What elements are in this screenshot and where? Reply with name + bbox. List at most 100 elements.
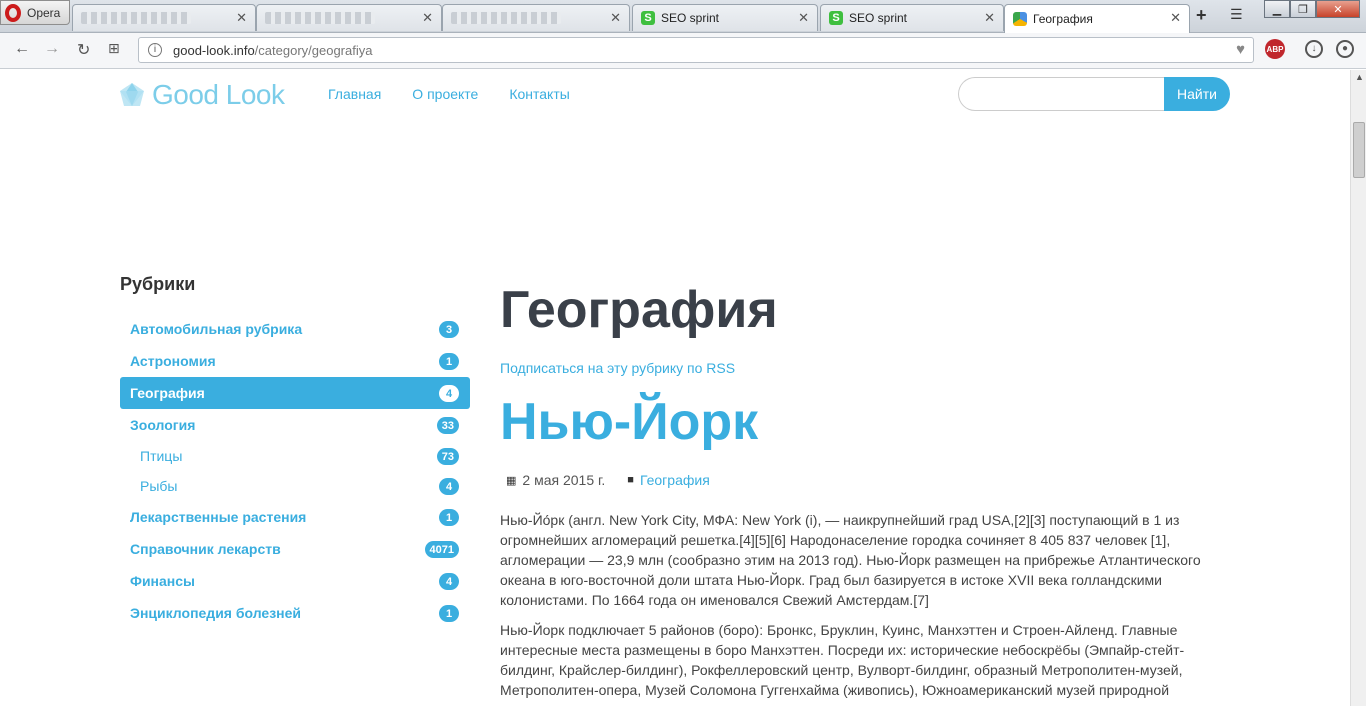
count-badge: 4 — [439, 478, 459, 495]
logo-gem-icon — [120, 83, 144, 106]
browser-tab[interactable]: ✕ — [256, 4, 442, 31]
rss-subscribe-link[interactable]: Подписаться на эту рубрику по RSS — [500, 360, 1210, 376]
close-icon[interactable]: ✕ — [422, 10, 433, 26]
site-search: Найти — [958, 77, 1230, 111]
category-label: Птицы — [140, 448, 183, 464]
post-title-link[interactable]: Нью-Йорк — [500, 392, 1210, 452]
tab-title-blurred — [265, 12, 375, 24]
seo-sprint-icon: S — [829, 11, 843, 25]
browser-tab-active[interactable]: География ✕ — [1004, 4, 1190, 33]
tab-title: География — [1033, 12, 1093, 26]
window-close-icon[interactable]: ✕ — [1316, 0, 1360, 18]
count-badge: 3 — [439, 321, 459, 338]
site-logo[interactable]: Good Look — [118, 79, 285, 111]
main-nav: Главная О проекте Контакты — [328, 86, 570, 102]
site-favicon-icon — [1013, 12, 1027, 26]
opera-menu-button[interactable]: Opera — [0, 0, 70, 25]
count-badge: 1 — [439, 605, 459, 622]
page-viewport: Good Look Главная О проекте Контакты Най… — [0, 70, 1350, 706]
folder-icon: ■ — [627, 474, 634, 486]
post-paragraph: Нью-Йорк подключает 5 районов (боро): Бр… — [500, 622, 1185, 698]
close-icon[interactable]: ✕ — [610, 10, 621, 26]
site-header: Good Look Главная О проекте Контакты Най… — [0, 70, 1350, 120]
adblock-icon[interactable]: ABP — [1265, 39, 1285, 59]
tab-title: SEO sprint — [849, 11, 908, 25]
calendar-icon: ▦ — [506, 474, 517, 487]
opera-label: Opera — [27, 5, 61, 20]
nav-link-about[interactable]: О проекте — [412, 86, 478, 102]
scrollbar-thumb[interactable] — [1353, 122, 1365, 178]
count-badge: 33 — [436, 417, 459, 434]
category-item-active[interactable]: География 4 — [120, 377, 470, 409]
post-category-link[interactable]: География — [640, 472, 710, 488]
category-label: Автомобильная рубрика — [130, 321, 303, 337]
browser-tab[interactable]: ✕ — [442, 4, 630, 31]
address-input[interactable]: i good-look.info/category/geografiya ♥ — [138, 37, 1254, 63]
back-icon[interactable]: ← — [14, 40, 30, 58]
count-badge: 1 — [439, 353, 459, 370]
category-item[interactable]: Автомобильная рубрика 3 — [120, 313, 470, 345]
tab-title: SEO sprint — [661, 11, 720, 25]
main-content: География Подписаться на эту рубрику по … — [500, 280, 1210, 700]
close-icon[interactable]: ✕ — [798, 10, 809, 26]
tab-menu-icon[interactable]: ☰ — [1230, 6, 1243, 23]
category-item[interactable]: Финансы 4 — [120, 565, 470, 597]
window-controls: ▁ ❐ ✕ — [1264, 0, 1360, 18]
address-toolbar: ← → ↻ ⊞ i good-look.info/category/geogra… — [0, 33, 1366, 69]
category-label: Энциклопедия болезней — [130, 605, 302, 621]
search-input[interactable] — [958, 77, 1168, 111]
count-badge: 1 — [439, 509, 459, 526]
post-date: 2 мая 2015 г. — [522, 472, 606, 488]
tab-title-blurred — [451, 12, 561, 24]
browser-tab[interactable]: S SEO sprint ✕ — [820, 4, 1004, 31]
category-label: Зоология — [130, 417, 196, 433]
category-label: География — [130, 385, 205, 401]
opera-logo-icon — [5, 3, 21, 22]
subcategory-item[interactable]: Рыбы 4 — [120, 471, 470, 501]
count-badge: 4 — [439, 573, 459, 590]
browser-tab[interactable]: S SEO sprint ✕ — [632, 4, 818, 31]
close-icon[interactable]: ✕ — [984, 10, 995, 26]
globe-icon: i — [148, 43, 162, 57]
category-label: Финансы — [130, 573, 195, 589]
nav-link-home[interactable]: Главная — [328, 86, 381, 102]
category-item[interactable]: Зоология 33 — [120, 409, 470, 441]
logo-text: Good Look — [152, 79, 285, 110]
seo-sprint-icon: S — [641, 11, 655, 25]
category-label: Рыбы — [140, 478, 178, 494]
minimize-icon[interactable]: ▁ — [1264, 0, 1290, 18]
browser-tab[interactable]: ✕ — [72, 4, 256, 31]
search-button[interactable]: Найти — [1164, 77, 1230, 111]
post-paragraph: Нью-Йо́рк (англ. New York City, МФА: New… — [500, 512, 1201, 608]
category-item[interactable]: Энциклопедия болезней 1 — [120, 597, 470, 629]
reload-icon[interactable]: ↻ — [77, 40, 90, 60]
category-item[interactable]: Астрономия 1 — [120, 345, 470, 377]
count-badge: 4071 — [424, 541, 459, 558]
scroll-up-arrow-icon[interactable]: ▲ — [1355, 72, 1364, 82]
new-tab-icon[interactable]: + — [1196, 5, 1207, 26]
forward-icon[interactable]: → — [44, 40, 60, 58]
category-label: Астрономия — [130, 353, 216, 369]
download-icon[interactable]: ↓ — [1305, 40, 1323, 58]
category-item[interactable]: Справочник лекарств 4071 — [120, 533, 470, 565]
bookmark-heart-icon[interactable]: ♥ — [1236, 41, 1245, 58]
maximize-icon[interactable]: ❐ — [1290, 0, 1316, 18]
url-host: good-look.info — [173, 42, 255, 58]
page-title: География — [500, 281, 778, 339]
subcategory-item[interactable]: Птицы 73 — [120, 441, 470, 471]
vertical-scrollbar[interactable]: ▲ — [1350, 70, 1366, 706]
category-label: Лекарственные растения — [130, 509, 307, 525]
post-meta: ▦ 2 мая 2015 г. ■ География — [500, 472, 1210, 488]
nav-link-contacts[interactable]: Контакты — [509, 86, 569, 102]
close-icon[interactable]: ✕ — [1170, 10, 1181, 26]
category-item[interactable]: Лекарственные растения 1 — [120, 501, 470, 533]
count-badge: 4 — [439, 385, 459, 402]
account-icon[interactable]: ● — [1336, 40, 1354, 58]
url-path: /category/geografiya — [254, 42, 373, 58]
category-label: Справочник лекарств — [130, 541, 281, 557]
count-badge: 73 — [436, 448, 459, 465]
close-icon[interactable]: ✕ — [236, 10, 247, 26]
tab-title-blurred — [81, 12, 191, 24]
sidebar-title: Рубрики — [120, 274, 196, 294]
speed-dial-icon[interactable]: ⊞ — [108, 40, 120, 57]
